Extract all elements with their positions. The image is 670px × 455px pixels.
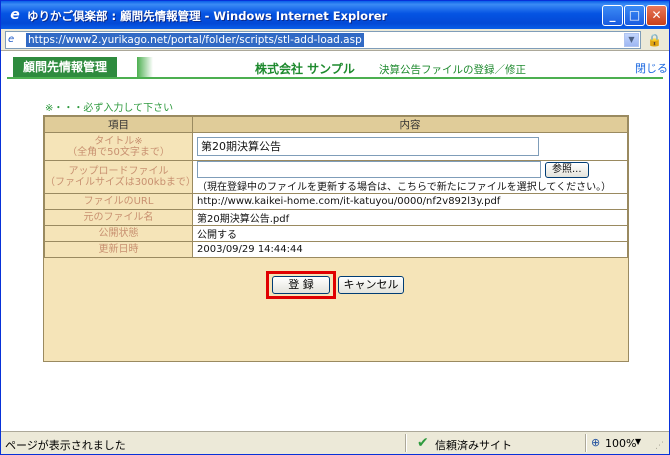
- upload-cell: 参照... （現在登録中のファイルを更新する場合は、こちらで新たにファイルを選択…: [192, 160, 628, 194]
- filename-label: 元のファイル名: [44, 209, 193, 226]
- resize-grip-icon[interactable]: ⋰: [655, 440, 667, 452]
- form-table: 項目 内容 タイトル※ （全角で50文字まで） 第20期決算公告 アップロードフ…: [44, 116, 628, 258]
- checkmark-icon: ✔: [417, 435, 429, 451]
- updated-at-label: 更新日時: [44, 241, 193, 258]
- minimize-button[interactable]: _: [602, 5, 623, 26]
- url-value: http://www.kaikei-home.com/it-katuyou/00…: [192, 193, 628, 210]
- ie-icon: e: [10, 7, 20, 23]
- filename-value: 第20期決算公告.pdf: [192, 209, 628, 226]
- upload-label-main: アップロードファイル: [68, 166, 169, 177]
- title-label: タイトル※ （全角で50文字まで）: [44, 132, 193, 161]
- window-title: ゆりかご倶楽部 : 顧問先情報管理 - Windows Internet Exp…: [27, 9, 388, 23]
- required-note: ※・・・必ず入力して下さい: [45, 103, 174, 114]
- security-zone[interactable]: 信頼済みサイト: [435, 437, 512, 453]
- page-subtitle: 決算公告ファイルの登録／修正: [379, 64, 526, 76]
- url-label: ファイルのURL: [44, 193, 193, 210]
- close-link[interactable]: 閉じる: [635, 60, 668, 76]
- file-path-input[interactable]: [197, 161, 541, 178]
- zoom-dropdown-icon[interactable]: ▼: [635, 437, 641, 446]
- title-label-hint: （全角で50文字まで）: [67, 146, 170, 158]
- address-dropdown-icon[interactable]: ▼: [624, 33, 639, 47]
- publish-status-value: 公開する: [192, 225, 628, 242]
- address-bar: e https://www2.yurikago.net/portal/folde…: [1, 29, 669, 51]
- updated-at-value: 2003/09/29 14:44:44: [192, 241, 628, 258]
- browser-window: e ゆりかご倶楽部 : 顧問先情報管理 - Windows Internet E…: [0, 0, 670, 455]
- form-panel: 項目 内容 タイトル※ （全角で50文字まで） 第20期決算公告 アップロードフ…: [43, 115, 629, 362]
- status-bar: ページが表示されました ✔ 信頼済みサイト ⊕ 100% ▼ ⋰: [1, 431, 669, 454]
- company-name: 株式会社 サンプル: [255, 62, 355, 76]
- status-separator: [405, 434, 407, 452]
- close-window-button[interactable]: ✕: [646, 5, 667, 26]
- zoom-level[interactable]: 100%: [605, 437, 636, 450]
- button-row: 登 録 キャンセル: [44, 270, 628, 299]
- title-label-main: タイトル※: [94, 135, 143, 147]
- browse-button[interactable]: 参照...: [545, 161, 589, 178]
- section-badge: 顧問先情報管理: [13, 57, 118, 77]
- badge-tail: [137, 57, 153, 77]
- title-bar[interactable]: e ゆりかご倶楽部 : 顧問先情報管理 - Windows Internet E…: [1, 1, 669, 29]
- maximize-button[interactable]: □: [624, 5, 645, 26]
- upload-note: （現在登録中のファイルを更新する場合は、こちらで新たにファイルを選択してください…: [197, 182, 612, 193]
- page-icon: e: [8, 34, 15, 45]
- zoom-icon[interactable]: ⊕: [591, 436, 600, 449]
- address-field[interactable]: e https://www2.yurikago.net/portal/folde…: [5, 31, 641, 49]
- upload-label-hint: （ファイルサイズは300kbまで）: [45, 177, 196, 188]
- column-header-item: 項目: [44, 116, 193, 133]
- status-separator: [585, 434, 587, 452]
- column-header-content: 内容: [192, 116, 628, 133]
- submit-button[interactable]: 登 録: [272, 276, 330, 294]
- cancel-button[interactable]: キャンセル: [338, 276, 404, 294]
- page-header: 顧問先情報管理 株式会社 サンプル 決算公告ファイルの登録／修正 閉じる: [7, 57, 668, 79]
- page-content: 顧問先情報管理 株式会社 サンプル 決算公告ファイルの登録／修正 閉じる ※・・…: [1, 51, 669, 431]
- title-cell: 第20期決算公告: [192, 132, 628, 161]
- lock-icon[interactable]: 🔒: [647, 33, 662, 47]
- upload-label: アップロードファイル （ファイルサイズは300kbまで）: [44, 160, 196, 194]
- status-text: ページが表示されました: [5, 439, 126, 452]
- address-url[interactable]: https://www2.yurikago.net/portal/folder/…: [26, 33, 364, 47]
- title-input[interactable]: 第20期決算公告: [197, 137, 539, 156]
- publish-status-label: 公開状態: [44, 225, 193, 242]
